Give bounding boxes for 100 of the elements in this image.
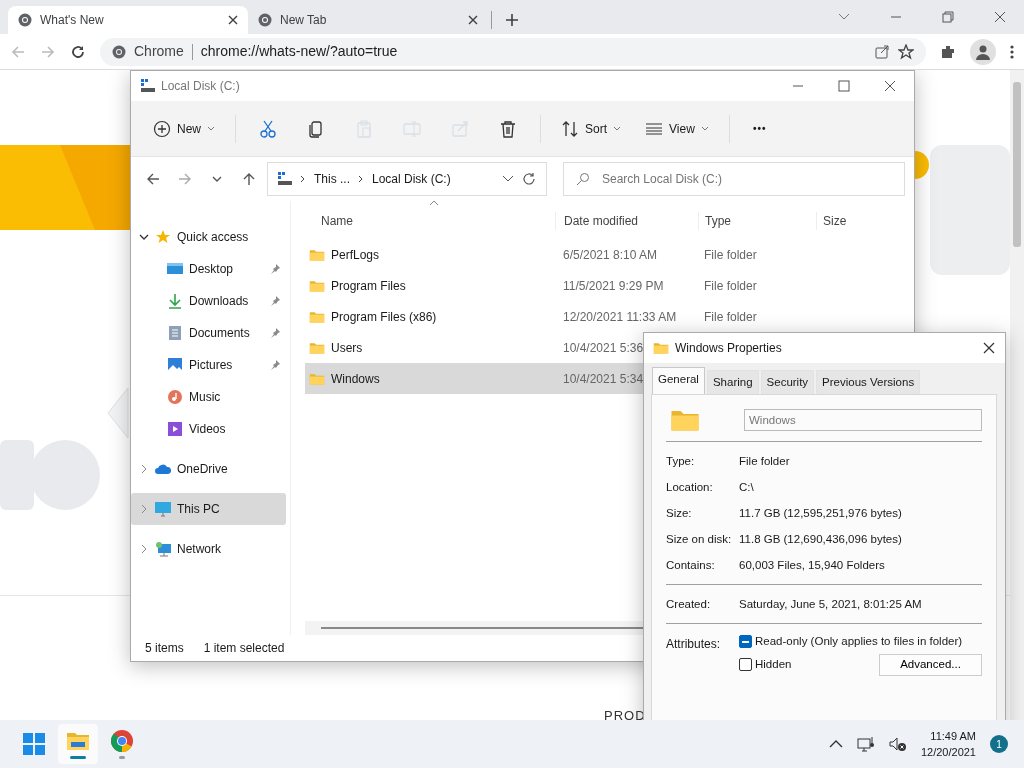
refresh-icon[interactable] [522, 172, 536, 186]
address-bar[interactable]: Chrome chrome://whats-new/?auto=true [100, 37, 926, 66]
back-icon[interactable] [145, 171, 161, 187]
network-icon[interactable] [856, 736, 875, 752]
collapse-caret-icon[interactable] [139, 544, 149, 554]
maximize-icon[interactable] [838, 80, 850, 92]
url-text: chrome://whats-new/?auto=true [200, 42, 399, 61]
file-date: 11/5/2021 9:29 PM [563, 278, 664, 293]
caret-icon [613, 126, 622, 131]
field-label: Created: [666, 596, 712, 612]
scissors-icon[interactable] [259, 119, 277, 138]
browser-tab[interactable]: What's New [8, 6, 248, 34]
chevron-icon [358, 175, 364, 183]
dialog-tab[interactable]: General [652, 367, 705, 395]
status-text: 5 items [145, 640, 184, 657]
field-label: Contains: [666, 557, 716, 573]
nav-item[interactable]: Pictures [131, 349, 286, 381]
field-label: Type: [666, 453, 696, 469]
bookmark-star-icon[interactable] [898, 43, 914, 60]
breadcrumb-item[interactable]: Local Disk (C:) [372, 170, 451, 188]
checkbox[interactable] [739, 635, 752, 649]
checkbox[interactable] [739, 658, 752, 672]
document-icon [167, 325, 183, 341]
extensions-icon[interactable] [940, 43, 956, 60]
restore-icon[interactable] [942, 11, 954, 23]
network-icon [155, 541, 171, 557]
video-icon [167, 421, 183, 437]
chevron-drawing [107, 387, 129, 439]
new-button[interactable]: New [143, 111, 225, 146]
start-icon [22, 732, 46, 756]
speaker-muted-icon[interactable] [888, 736, 907, 752]
share-icon[interactable] [874, 43, 890, 60]
dialog-tab[interactable]: Security [760, 370, 815, 395]
search-box[interactable]: Search Local Disk (C:) [563, 162, 905, 196]
reload-icon[interactable] [70, 43, 86, 60]
column-header[interactable]: Size [816, 212, 896, 230]
taskbar-button[interactable] [58, 724, 98, 764]
tab-search-icon[interactable] [838, 13, 850, 21]
nav-item[interactable]: Desktop [131, 253, 286, 285]
column-header[interactable]: Name [305, 212, 555, 230]
dialog-tab[interactable]: Sharing [706, 370, 759, 395]
chevron-icon [300, 175, 306, 183]
file-type: File folder [703, 277, 758, 295]
nav-item[interactable]: OneDrive [131, 453, 286, 485]
column-header[interactable]: Date modified [555, 212, 698, 230]
nav-item[interactable]: Music [131, 381, 286, 413]
notification-badge[interactable]: 1 [990, 735, 1008, 753]
file-row[interactable]: Program Files (x86) 12/20/2021 11:33 AM File folder [305, 301, 914, 332]
file-date: 6/5/2021 8:10 AM [563, 247, 658, 262]
page-heading: PROD [604, 707, 646, 720]
clock-time: 11:49 AM [929, 729, 976, 744]
close-icon[interactable] [983, 342, 995, 354]
dropdown-caret-icon[interactable] [502, 175, 514, 183]
file-date: 10/4/2021 5:36 [563, 340, 644, 355]
file-row[interactable]: PerfLogs 6/5/2021 8:10 AM File folder [305, 239, 914, 270]
address-field[interactable]: This ... Local Disk (C:) [267, 162, 547, 196]
chrome-icon [18, 13, 32, 27]
name-field[interactable]: Windows [744, 409, 982, 432]
column-header[interactable]: Type [698, 212, 816, 230]
nav-item[interactable]: Quick access [131, 221, 286, 253]
new-tab-icon[interactable] [505, 13, 519, 27]
file-row[interactable]: Program Files 11/5/2021 9:29 PM File folder [305, 270, 914, 301]
copy-icon[interactable] [307, 119, 325, 138]
nav-item[interactable]: Downloads [131, 285, 286, 317]
caret-icon [207, 126, 215, 131]
nav-item[interactable]: Network [131, 533, 286, 565]
nav-item[interactable]: This PC [131, 493, 286, 525]
file-name: Program Files [331, 277, 406, 295]
monitor-icon [155, 501, 171, 517]
file-name: PerfLogs [331, 246, 380, 264]
sort-button[interactable]: Sort [551, 111, 632, 146]
file-name: Windows [331, 370, 380, 388]
browser-tab[interactable]: New Tab [248, 6, 488, 34]
scrollbar[interactable] [1010, 70, 1024, 720]
half-circle-drawing [915, 151, 929, 179]
nav-item[interactable]: Documents [131, 317, 286, 349]
desktop-icon [167, 261, 183, 277]
sort-arrows-icon [561, 119, 579, 138]
up-icon[interactable] [241, 171, 257, 187]
search-field[interactable]: Search Local Disk (C:) [600, 169, 892, 189]
expand-caret-icon[interactable] [139, 232, 149, 242]
file-date: 10/4/2021 5:34 [563, 371, 644, 386]
field-label: Size: [666, 505, 693, 521]
close-icon[interactable] [994, 11, 1006, 23]
chevron-up-icon[interactable] [828, 739, 843, 749]
close-icon[interactable] [228, 15, 238, 25]
menu-icon[interactable] [1010, 43, 1014, 60]
more-button[interactable]: ••• [739, 111, 780, 146]
advanced-button[interactable]: Advanced... [879, 653, 982, 676]
close-icon[interactable] [884, 80, 896, 92]
dialog-tab[interactable]: Previous Versions [816, 370, 921, 395]
close-icon[interactable] [468, 15, 478, 25]
breadcrumb-item[interactable]: This ... [314, 170, 350, 188]
view-button[interactable]: View [635, 111, 719, 146]
field-value: File folder [739, 453, 790, 469]
trash-icon[interactable] [499, 119, 517, 138]
collapse-caret-icon[interactable] [139, 464, 149, 474]
profile-avatar[interactable] [970, 38, 996, 65]
file-type: File folder [703, 246, 758, 264]
nav-item[interactable]: Videos [131, 413, 286, 445]
